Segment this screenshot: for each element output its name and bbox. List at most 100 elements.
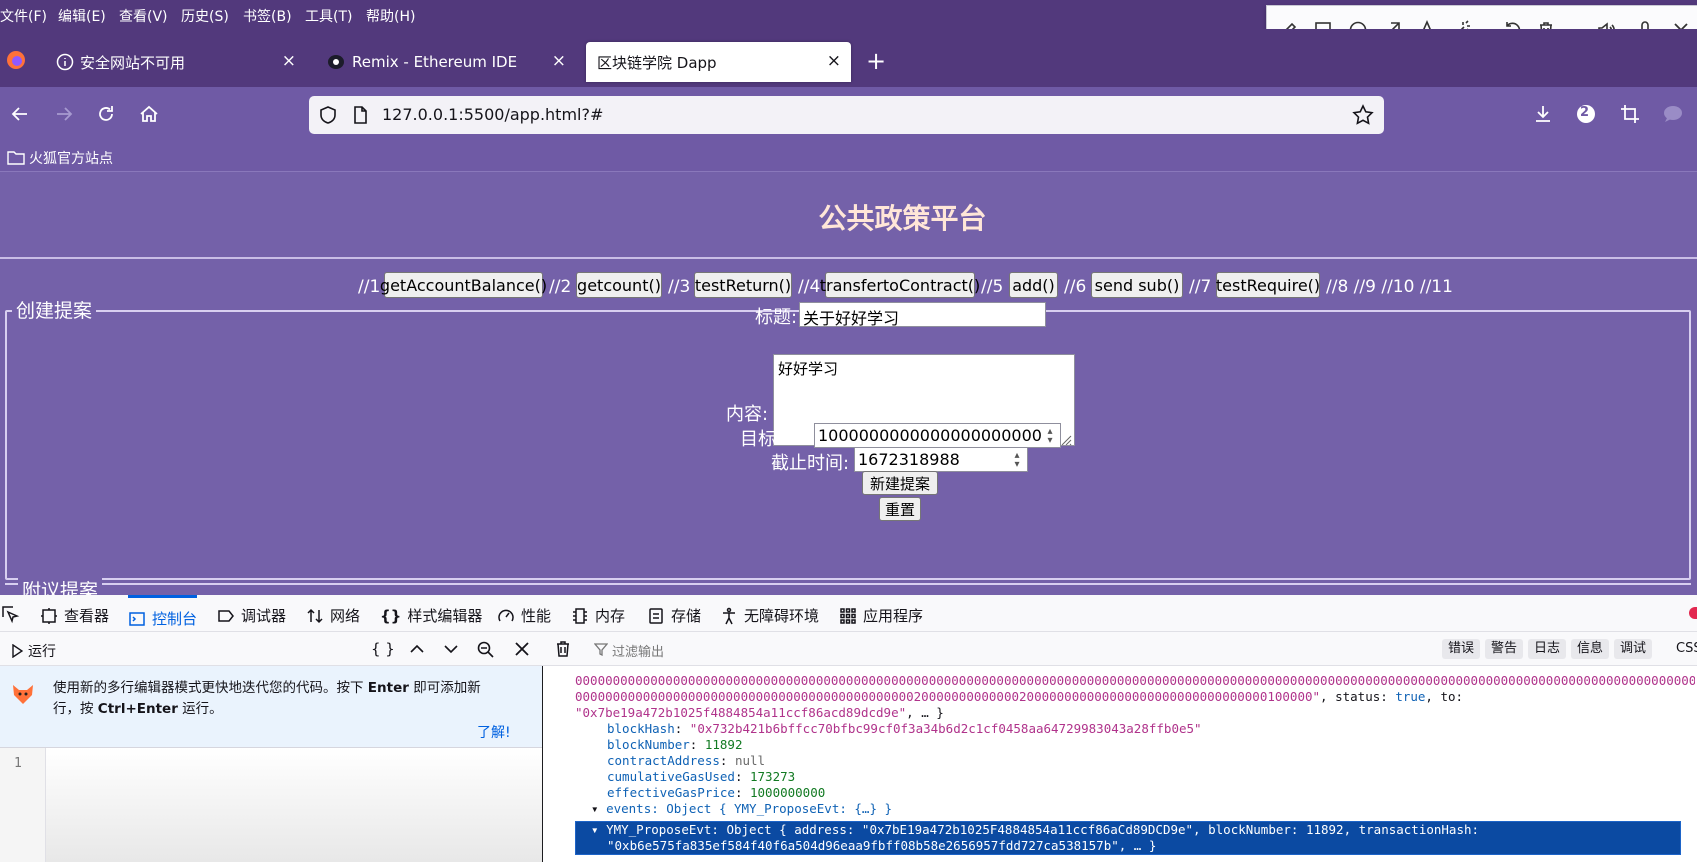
bookmark-star-icon[interactable]	[1352, 104, 1374, 126]
tab-storage[interactable]: 存储	[647, 605, 701, 626]
menu-help[interactable]: 帮助(H)	[366, 6, 415, 26]
log-property[interactable]: contractAddress: null	[607, 753, 765, 769]
code-editor[interactable]	[46, 748, 542, 862]
log-property[interactable]: blockHash: "0x732b421b6bffcc70bfbc99cf0f…	[607, 721, 1202, 737]
comment-label: //8 //9 //10 //11	[1326, 277, 1453, 297]
tab-network[interactable]: 网络	[306, 605, 360, 626]
notice-text-part: 行，按	[53, 701, 98, 717]
url-text[interactable]: 127.0.0.1:5500/app.html?#	[382, 105, 603, 124]
firefox-icon[interactable]	[5, 49, 27, 71]
filter-input[interactable]: 过滤输出	[612, 641, 664, 660]
eth-number-input[interactable]: 1000000000000000000000 ▴ ▾	[814, 423, 1061, 448]
log-text: "0x7be19a472b1025f4884854a11ccf86acd89dc…	[575, 705, 907, 720]
deadline-number-input[interactable]: 1672318988 ▴ ▾	[854, 447, 1028, 472]
log-property-events[interactable]: ▾ events: Object { YMY_ProposeEvt: {…} }	[591, 801, 892, 817]
log-value: 1000000000	[750, 785, 826, 800]
css-filter-toggle[interactable]: CSS	[1676, 641, 1697, 656]
log-key: blockNumber	[607, 737, 690, 752]
menu-file[interactable]: 文件(F)	[0, 6, 47, 26]
learn-more-link[interactable]: 了解!	[477, 722, 511, 742]
menu-bookmarks[interactable]: 书签(B)	[243, 6, 292, 26]
tab-inspector[interactable]: 查看器	[40, 605, 109, 626]
tab-accessibility[interactable]: 无障碍环境	[720, 605, 819, 626]
comment-label: //2	[549, 277, 572, 297]
menu-tools[interactable]: 工具(T)	[305, 6, 352, 26]
send-sub-button[interactable]: send sub()	[1091, 272, 1183, 298]
expand-arrow-icon[interactable]: ▾	[591, 801, 606, 816]
shield-icon[interactable]	[318, 105, 338, 125]
menu-view[interactable]: 查看(V)	[119, 6, 168, 26]
log-key: contractAddress	[607, 753, 720, 768]
getcount-button[interactable]: getcount()	[576, 272, 662, 298]
network-icon	[307, 608, 323, 623]
log-property[interactable]: effectiveGasPrice: 1000000000	[607, 785, 825, 801]
tab-unsafe-site[interactable]: 安全网站不可用 ×	[46, 42, 306, 82]
log-key: effectiveGasPrice	[607, 785, 735, 800]
filter-warnings[interactable]: 警告	[1485, 639, 1524, 659]
add-button[interactable]: add()	[1009, 272, 1058, 298]
expand-arrow-icon[interactable]: ▾	[591, 822, 606, 837]
reload-icon[interactable]	[93, 101, 119, 127]
element-picker-icon[interactable]	[0, 604, 20, 624]
error-indicator-icon[interactable]	[1689, 607, 1697, 619]
log-property[interactable]: blockNumber: 11892	[607, 737, 743, 753]
fox-icon	[10, 682, 36, 706]
tab-application[interactable]: 应用程序	[839, 605, 923, 626]
filter-info[interactable]: 信息	[1571, 639, 1610, 659]
tab-dapp[interactable]: 区块链学院 Dapp ×	[586, 42, 851, 82]
stepper-icon[interactable]: ▴ ▾	[1010, 451, 1024, 470]
transfer-to-contract-button[interactable]: transfertoContract()	[820, 272, 980, 298]
menu-edit[interactable]: 编辑(E)	[58, 6, 106, 26]
forward-icon[interactable]	[51, 101, 77, 127]
log-value: null	[734, 753, 766, 768]
extension-badge-icon[interactable]: 2	[1573, 101, 1599, 127]
comment-label: //4	[798, 277, 821, 297]
chevron-up-icon[interactable]	[408, 640, 426, 658]
filter-debug[interactable]: 调试	[1614, 639, 1653, 659]
tab-debugger[interactable]: 调试器	[217, 605, 286, 626]
pretty-print-button[interactable]: { }	[371, 640, 395, 658]
tab-remix[interactable]: Remix - Ethereum IDE ×	[316, 42, 576, 82]
stepper-icon[interactable]: ▴ ▾	[1043, 427, 1057, 446]
content-text: 好好学习	[778, 360, 839, 378]
content-label: 内容:	[726, 404, 769, 425]
console-output: 0000000000000000000000000000000000000000…	[543, 666, 1697, 862]
search-icon[interactable]	[476, 640, 494, 658]
new-tab-icon[interactable]: +	[866, 47, 886, 75]
close-editor-icon[interactable]	[513, 640, 531, 658]
filter-logs[interactable]: 日志	[1528, 639, 1567, 659]
run-button[interactable]: 运行	[11, 641, 56, 661]
tab-console[interactable]: 控制台	[128, 595, 198, 632]
log-property[interactable]: cumulativeGasUsed: 173273	[607, 769, 795, 785]
tab-performance[interactable]: 性能	[497, 605, 551, 626]
bookmark-folder[interactable]: 火狐官方站点	[29, 148, 113, 168]
test-return-button[interactable]: testReturn()	[694, 272, 792, 298]
resize-handle-icon[interactable]	[1060, 432, 1072, 445]
back-icon[interactable]	[7, 101, 33, 127]
tab-close-icon[interactable]: ×	[552, 52, 566, 70]
clear-console-icon[interactable]	[554, 640, 572, 658]
devtools-tab-bar: 查看器 控制台 调试器 网络 {} 样式编辑器 性能 内存 存储 无障碍环境 应用…	[0, 595, 1697, 632]
log-line[interactable]: ▾ YMY_ProposeEvt: Object { address: "0x7…	[591, 822, 1479, 838]
tab-label: 存储	[671, 607, 702, 625]
menu-history[interactable]: 历史(S)	[181, 6, 229, 26]
tab-close-icon[interactable]: ×	[282, 52, 296, 70]
get-account-balance-button[interactable]: getAccountBalance()	[380, 272, 547, 298]
crop-icon[interactable]	[1617, 101, 1643, 127]
log-text: YMY_ProposeEvt: Object { address: "0x7bE…	[606, 822, 1480, 837]
chat-icon[interactable]	[1660, 101, 1686, 127]
download-icon[interactable]	[1530, 101, 1556, 127]
tab-close-icon[interactable]: ×	[827, 52, 841, 70]
title-input[interactable]: 关于好好学习	[799, 302, 1046, 327]
chevron-down-icon[interactable]	[442, 640, 460, 658]
test-require-button[interactable]: testRequire()	[1216, 272, 1320, 298]
tab-memory[interactable]: 内存	[571, 605, 625, 626]
filter-errors[interactable]: 错误	[1442, 639, 1481, 659]
reset-button[interactable]: 重置	[879, 497, 921, 521]
page-title: 公共政策平台	[818, 202, 987, 235]
eth-value: 1000000000000000000000	[818, 426, 1042, 445]
create-proposal-button[interactable]: 新建提案	[862, 471, 938, 495]
home-icon[interactable]	[136, 101, 162, 127]
tab-style-editor[interactable]: {} 样式编辑器	[380, 605, 482, 626]
url-bar[interactable]: 127.0.0.1:5500/app.html?#	[309, 96, 1384, 134]
